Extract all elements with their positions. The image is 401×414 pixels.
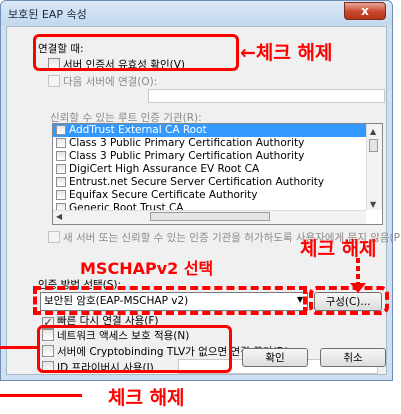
annotation-box-auth-method [33,286,307,315]
server-names-input[interactable] [148,89,385,103]
cancel-button[interactable]: 취소 [320,348,386,367]
scroll-up-icon[interactable]: ▲ [370,127,376,136]
annotation-uncheck-right: 체크 해제 [300,238,377,260]
close-button[interactable]: x [344,2,386,20]
checkbox-box[interactable] [48,75,60,87]
annotation-uncheck-bottom: 체크 해제 [108,387,185,409]
scroll-down-icon[interactable]: ▼ [370,200,376,209]
ok-button[interactable]: 확인 [242,348,308,367]
list-item[interactable]: Class 3 Public Primary Certification Aut… [53,150,382,163]
annotation-mschap: MSCHAPv2 선택 [80,259,214,278]
annotation-arrow-shaft [356,258,360,286]
list-vertical-scrollbar[interactable] [366,124,382,210]
list-item[interactable]: DigiCert High Assurance EV Root CA [53,163,382,176]
list-item[interactable]: Equifax Secure Certificate Authority [53,189,382,202]
annotation-box-configure [309,286,389,315]
annotation-box-verify-cert [33,34,239,71]
annotation-uncheck-top: ←체크 해제 [240,42,333,64]
checkbox-box[interactable] [48,231,60,243]
connect-servers-checkbox[interactable]: 다음 서버에 연결(O): [48,74,157,89]
scroll-left-icon[interactable]: ◀ [56,212,62,221]
annotation-left-pointer [0,346,38,349]
scroll-thumb[interactable] [369,139,378,152]
list-item[interactable]: AddTrust External CA Root [53,124,382,137]
list-item[interactable]: Class 3 Public Primary Certification Aut… [53,137,382,150]
window-title: 보호된 EAP 속성 [8,8,87,21]
annotation-box-options [37,325,232,373]
annotation-bottom-pointer [0,394,82,397]
hscroll-thumb[interactable] [150,212,270,221]
list-item[interactable]: Entrust.net Secure Server Certification … [53,176,382,189]
connect-servers-label: 다음 서버에 연결(O): [63,76,158,88]
